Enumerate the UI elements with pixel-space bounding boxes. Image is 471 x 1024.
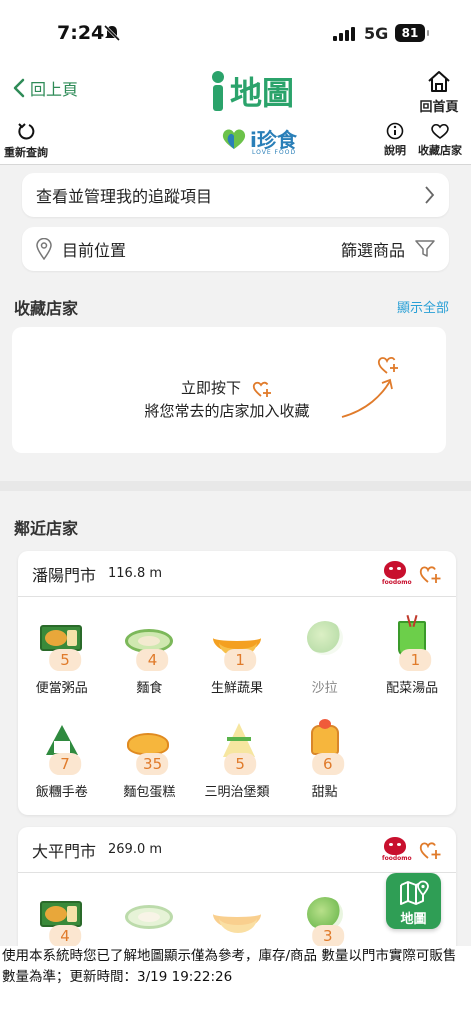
footer-disclaimer: 使用本系統時您已了解地圖顯示僅為參考，庫存/商品 數量以門市實際可販售數量為準；… [0, 946, 471, 996]
refresh-icon [18, 123, 35, 140]
foodomo-logo-icon[interactable]: foodomo [382, 561, 412, 586]
category-item[interactable]: 沙拉 [281, 607, 369, 711]
arrow-to-favorite-icon [341, 356, 398, 418]
heart-logo-icon [222, 128, 246, 149]
category-item[interactable]: 4 [18, 883, 106, 946]
chevron-left-icon [13, 78, 25, 98]
signal-icon [333, 27, 355, 41]
category-item[interactable]: 7 飯糰手卷 [18, 711, 106, 815]
store-card[interactable]: 潘陽門市 116.8 m foodomo 5 便當粥品 4 麵食 1 生鮮蔬果 … [18, 551, 456, 815]
salad-icon [299, 615, 351, 659]
home-button[interactable]: 回首頁 [416, 70, 462, 115]
category-label: 甜點 [311, 785, 338, 800]
chevron-right-icon [425, 186, 435, 204]
category-label: 生鮮蔬果 [210, 681, 263, 696]
foodomo-logo-icon[interactable]: foodomo [382, 837, 412, 862]
prompt-line2: 將您常去的店家加入收藏 [144, 402, 310, 420]
location-pin-icon [36, 238, 52, 260]
back-button[interactable]: 回上頁 [12, 76, 78, 100]
category-label: 麵食 [136, 681, 163, 696]
count-badge: 3 [311, 925, 344, 946]
count-badge: 5 [48, 649, 81, 671]
banana-icon [211, 891, 263, 935]
ilovefood-logo: i珍食 LOVE FOOD [220, 124, 297, 156]
favorites-section-title: 收藏店家 [14, 299, 79, 318]
count-badge: 1 [399, 649, 432, 671]
status-bar: 7:24 5G 81 [0, 0, 471, 64]
add-favorite-icon[interactable] [418, 839, 442, 861]
store-header[interactable]: 潘陽門市 116.8 m foodomo [18, 551, 456, 597]
favorites-prompt: 立即按下 將您常去的店家加入收藏 [122, 377, 332, 423]
favorite-stores-button[interactable]: 收藏店家 [417, 122, 463, 158]
app-header: 回上頁 地圖 回首頁 重新查詢 i珍食 LOVE FOOD 說明 收藏店家 [0, 64, 471, 164]
location-bar[interactable]: 目前位置 篩選商品 [22, 227, 449, 271]
count-badge: 4 [48, 925, 81, 946]
brand-subtitle: LOVE FOOD [252, 149, 297, 156]
count-badge: 1 [224, 649, 257, 671]
category-item[interactable]: 3 [281, 883, 369, 946]
nearby-section-title: 鄰近店家 [14, 519, 79, 538]
network-label: 5G [364, 24, 389, 43]
app-logo: 地圖 [210, 68, 294, 114]
category-label: 三明治堡類 [204, 785, 270, 800]
category-label: 配菜湯品 [386, 681, 439, 696]
map-button-label: 地圖 [400, 912, 427, 927]
home-icon [428, 71, 450, 92]
category-item[interactable]: 35 麵包蛋糕 [106, 711, 194, 815]
category-item[interactable]: 6 甜點 [281, 711, 369, 815]
count-badge: 6 [311, 753, 344, 775]
category-item[interactable]: 5 便當粥品 [18, 607, 106, 711]
location-label: 目前位置 [62, 241, 127, 260]
store-distance: 116.8 m [108, 566, 163, 581]
favorite-stores-label: 收藏店家 [418, 144, 462, 157]
category-item[interactable]: 1 生鮮蔬果 [193, 607, 281, 711]
refresh-label: 重新查詢 [4, 146, 48, 159]
category-label: 沙拉 [311, 681, 338, 696]
prompt-line1: 立即按下 [180, 379, 241, 397]
show-all-link[interactable]: 顯示全部 [397, 297, 449, 316]
home-label: 回首頁 [419, 100, 459, 115]
filter-products-button[interactable]: 篩選商品 [341, 237, 435, 261]
count-badge: 7 [48, 753, 81, 775]
refresh-button[interactable]: 重新查詢 [4, 122, 48, 160]
battery-icon: 81 [395, 24, 429, 42]
category-label: 麵包蛋糕 [123, 785, 176, 800]
category-label: 飯糰手卷 [35, 785, 88, 800]
tracking-label: 查看並管理我的追蹤項目 [36, 187, 213, 206]
map-button[interactable]: 地圖 [386, 873, 441, 929]
store-distance: 269.0 m [108, 842, 163, 857]
help-label: 說明 [384, 144, 406, 157]
count-badge: 35 [136, 753, 169, 775]
category-item[interactable] [193, 883, 281, 946]
tracking-items-row[interactable]: 查看並管理我的追蹤項目 [22, 173, 449, 217]
filter-funnel-icon [415, 240, 435, 257]
info-icon [386, 122, 404, 140]
favorites-empty-card: 立即按下 將您常去的店家加入收藏 [12, 327, 446, 453]
category-item[interactable] [106, 883, 194, 946]
logo-text: 地圖 [230, 74, 295, 112]
logo-i-icon [210, 71, 226, 111]
heart-plus-icon [252, 381, 271, 397]
count-badge: 5 [224, 753, 257, 775]
help-button[interactable]: 說明 [383, 122, 407, 158]
store-header[interactable]: 大平門市 269.0 m foodomo [18, 827, 456, 873]
section-divider [0, 481, 471, 491]
noodle-icon [123, 891, 175, 935]
category-grid: 5 便當粥品 4 麵食 1 生鮮蔬果 沙拉 1 配菜湯品 7 飯糰手卷 35 麵… [18, 597, 456, 815]
category-label: 便當粥品 [35, 681, 88, 696]
map-icon [399, 880, 429, 905]
silent-bell-icon [103, 24, 121, 46]
filter-label: 篩選商品 [340, 241, 405, 260]
category-item[interactable]: 1 配菜湯品 [368, 607, 456, 711]
back-label: 回上頁 [30, 80, 79, 99]
heart-outline-icon [431, 123, 449, 139]
store-name: 潘陽門市 [32, 565, 97, 585]
category-item[interactable]: 4 麵食 [106, 607, 194, 711]
main-content[interactable]: 查看並管理我的追蹤項目 目前位置 篩選商品 收藏店家 顯示全部 立即按下 將您常… [0, 164, 471, 946]
store-name: 大平門市 [32, 841, 97, 861]
count-badge: 4 [136, 649, 169, 671]
category-item[interactable]: 5 三明治堡類 [193, 711, 281, 815]
add-favorite-icon[interactable] [418, 563, 442, 585]
status-time: 7:24 [57, 22, 105, 44]
